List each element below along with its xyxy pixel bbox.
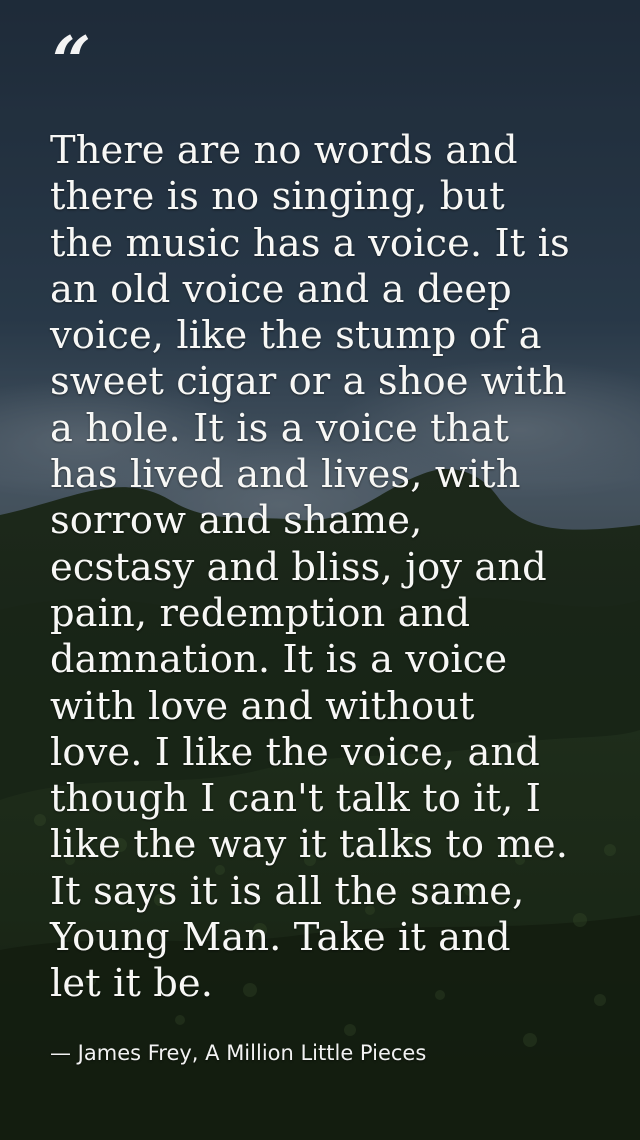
quote-text: There are no words and there is no singi… bbox=[50, 128, 606, 1008]
quote-line: damnation. It is a voice bbox=[50, 637, 508, 683]
quote-line: Young Man. Take it and bbox=[50, 915, 511, 961]
quote-line: voice, like the stump of a bbox=[50, 313, 542, 359]
quote-line: sorrow and shame, bbox=[50, 498, 423, 544]
quote-line: There are no words and bbox=[50, 128, 518, 173]
quote-line: pain, redemption and bbox=[50, 590, 471, 636]
quote-line: love. I like the voice, and bbox=[50, 729, 540, 775]
quote-line: with love and without bbox=[50, 683, 475, 729]
quote-line: let it be. bbox=[50, 961, 214, 1007]
quote-line: there is no singing, but bbox=[50, 174, 505, 220]
quote-line: an old voice and a deep bbox=[50, 266, 512, 312]
quote-line: has lived and lives, with bbox=[50, 452, 521, 498]
quote-attribution: — James Frey, A Million Little Pieces bbox=[50, 1041, 427, 1065]
quote-line: a hole. It is a voice that bbox=[50, 405, 509, 451]
quote-line: sweet cigar or a shoe with bbox=[50, 359, 567, 405]
quote-line: the music has a voice. It is bbox=[50, 220, 570, 266]
quote-line: like the way it talks to me. bbox=[50, 822, 568, 868]
quote-line: It says it is all the same, bbox=[50, 868, 525, 914]
quote-line: though I can't talk to it, I bbox=[50, 776, 542, 822]
quote-line: ecstasy and bliss, joy and bbox=[50, 544, 547, 590]
quote-mark-icon: “ bbox=[52, 22, 91, 102]
